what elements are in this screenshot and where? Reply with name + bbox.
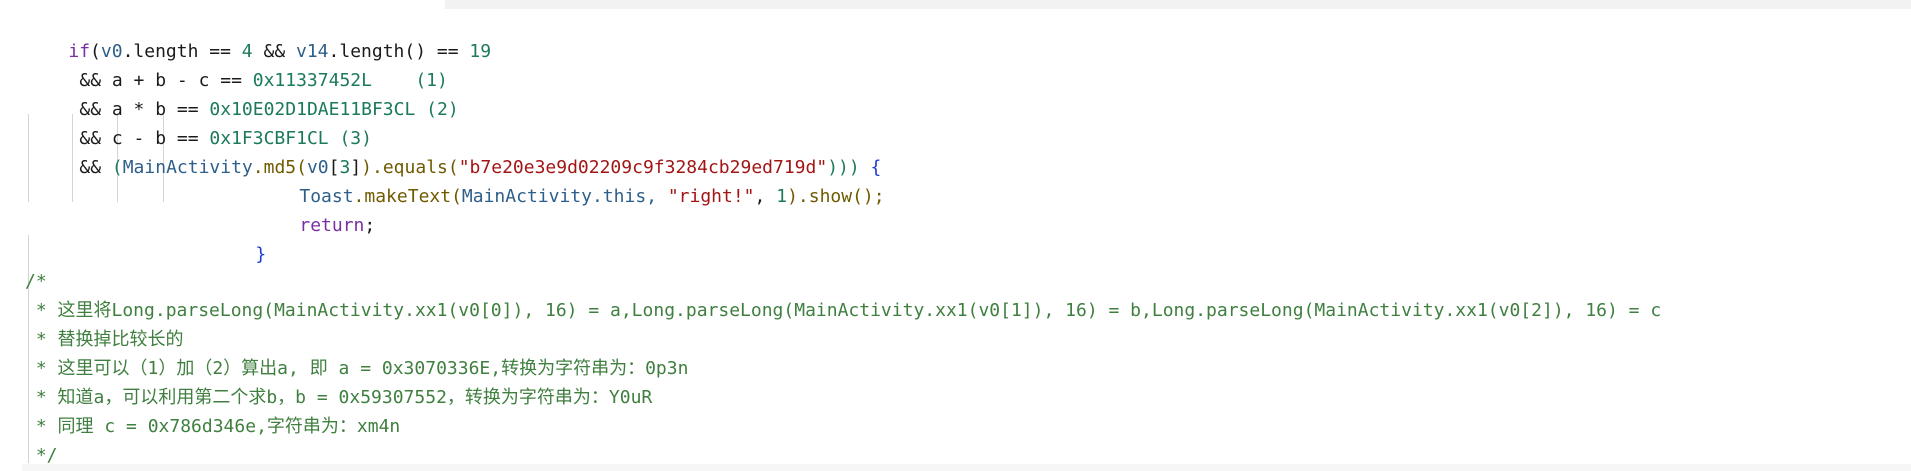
code-text: (2) xyxy=(415,99,459,120)
identifier: MainActivity xyxy=(461,186,592,207)
code-line: && c - b == 0x1F3CBF1CL (3) xyxy=(36,97,372,149)
code-line: && (MainActivity.md5(v0[3]).equals("b7e2… xyxy=(36,126,881,178)
code-text: && xyxy=(79,157,112,178)
identifier: MainActivity xyxy=(122,157,253,178)
code-line: && a + b - c == 0x11337452L (1) xyxy=(36,39,447,91)
keyword-return: return xyxy=(299,215,365,236)
comment-line: * 替换掉比较长的 xyxy=(25,329,184,350)
paren: ( xyxy=(111,157,123,178)
editor-bottom-scrollbar[interactable] xyxy=(22,464,1911,471)
code-editor[interactable]: if(v0.length == 4 && v14.length() == 19 … xyxy=(0,10,1911,466)
comment-line: * 这里可以（1）加（2）算出a, 即 a = 0x3070336E,转换为字符… xyxy=(25,358,689,379)
indent-guide xyxy=(28,114,29,202)
code-text: .this, xyxy=(591,186,668,207)
editor-top-scrollbar[interactable] xyxy=(445,0,1911,9)
code-text: , xyxy=(754,186,777,207)
string-literal: "right!" xyxy=(667,186,755,207)
comment-line: * 同理 c = 0x786d346e,字符串为：xm4n xyxy=(25,416,401,437)
comment-line: * 这里将Long.parseLong(MainActivity.xx1(v0[… xyxy=(25,300,1662,321)
code-line: && a * b == 0x10E02D1DAE11BF3CL (2) xyxy=(36,68,458,120)
comment-line: * 知道a，可以利用第二个求b，b = 0x59307552，转换为字符串为：Y… xyxy=(25,387,653,408)
code-line: Toast.makeText(MainActivity.this, "right… xyxy=(256,155,884,207)
code-line: if(v0.length == 4 && v14.length() == 19 xyxy=(25,10,491,62)
comment-open: /* xyxy=(25,271,47,292)
code-line: return; xyxy=(256,184,375,236)
code-text: ; xyxy=(364,215,376,236)
method-call: ).show(); xyxy=(787,186,885,207)
number-literal: 1 xyxy=(776,186,788,207)
number-literal: 19 xyxy=(469,41,492,62)
code-line: } xyxy=(212,213,266,265)
brace: } xyxy=(255,244,267,265)
